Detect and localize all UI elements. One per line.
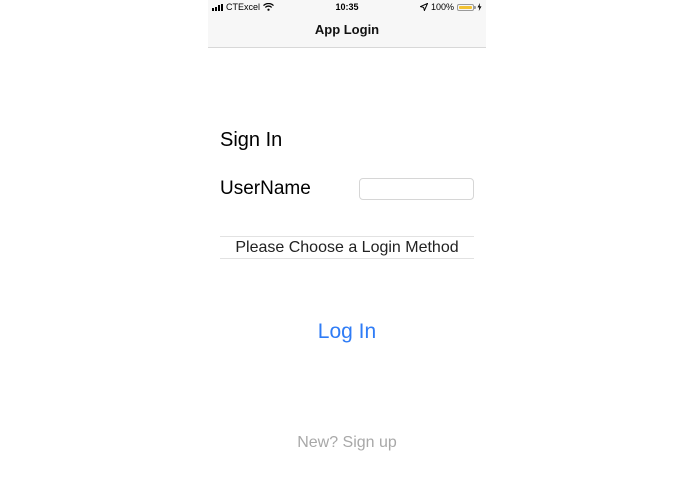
charging-bolt-icon	[477, 3, 482, 11]
battery-fill	[459, 5, 472, 9]
status-bar: CTExcel 10:35 100%	[208, 0, 486, 15]
sign-up-link[interactable]: New? Sign up	[208, 434, 486, 452]
battery-icon	[457, 3, 476, 11]
sign-in-heading: Sign In	[220, 129, 283, 151]
location-arrow-icon	[419, 3, 428, 11]
nav-title: App Login	[314, 22, 380, 37]
log-in-button[interactable]: Log In	[208, 320, 486, 344]
username-input[interactable]	[359, 178, 474, 200]
battery-percent: 100%	[430, 2, 454, 12]
status-right: 100%	[419, 2, 482, 12]
top-bar: CTExcel 10:35 100% App Login	[208, 0, 486, 48]
username-label: UserName	[220, 178, 311, 199]
login-method-picker[interactable]: Please Choose a Login Method	[220, 236, 474, 259]
app-screen: CTExcel 10:35 100% App Login Sign In Use…	[208, 0, 486, 494]
screen: CTExcel 10:35 100% App Login Sign In Use…	[0, 0, 695, 494]
